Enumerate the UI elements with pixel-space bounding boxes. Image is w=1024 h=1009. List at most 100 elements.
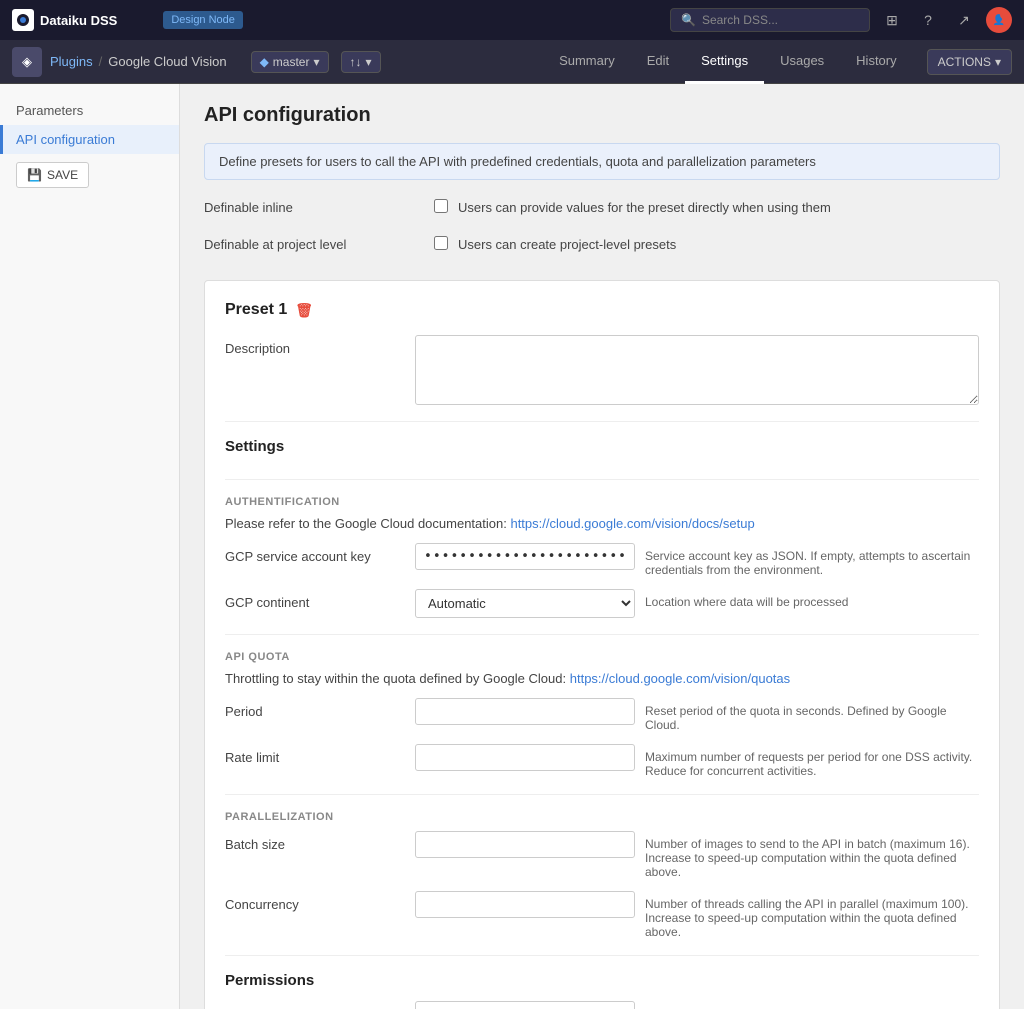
- sidebar-item-api-configuration[interactable]: API configuration: [0, 125, 179, 154]
- sidebar-item-api-label: API configuration: [16, 132, 115, 147]
- auth-link[interactable]: https://cloud.google.com/vision/docs/set…: [510, 516, 754, 531]
- rate-limit-label: Rate limit: [225, 744, 405, 765]
- save-icon: 💾: [27, 168, 42, 182]
- owner-select[interactable]: Nothing selected: [415, 1001, 635, 1009]
- branch-name: master: [273, 55, 310, 69]
- grid-icon-btn[interactable]: ⊞: [878, 6, 906, 34]
- rate-limit-row: Rate limit 1800 Maximum number of reques…: [225, 744, 979, 778]
- save-label: SAVE: [47, 168, 78, 182]
- definable-inline-checkbox-row: Users can provide values for the preset …: [434, 196, 1000, 215]
- search-icon: 🔍: [681, 13, 696, 27]
- settings-section-title: Settings: [225, 438, 979, 463]
- gcp-key-label: GCP service account key: [225, 543, 405, 564]
- delete-preset-icon[interactable]: 🗑: [295, 302, 313, 319]
- concurrency-hint: Number of threads calling the API in par…: [645, 891, 979, 939]
- sidebar: Parameters API configuration 💾 SAVE: [0, 84, 180, 1009]
- divider-5: [225, 955, 979, 956]
- description-row: Description: [225, 335, 979, 405]
- definable-project-checkbox-row: Users can create project-level presets: [434, 233, 1000, 252]
- batch-size-input[interactable]: 10: [415, 831, 635, 858]
- help-icon-btn[interactable]: ?: [914, 6, 942, 34]
- rate-limit-hint: Maximum number of requests per period fo…: [645, 744, 979, 778]
- sidebar-item-parameters[interactable]: Parameters: [0, 96, 179, 125]
- tab-settings[interactable]: Settings: [685, 40, 764, 84]
- version-arrow: ▾: [366, 55, 372, 69]
- divider-1: [225, 421, 979, 422]
- user-avatar[interactable]: 👤: [986, 7, 1012, 33]
- definable-inline-checkbox[interactable]: [434, 199, 448, 213]
- actions-arrow: ▾: [995, 55, 1001, 69]
- auth-section-header: AUTHENTIFICATION: [225, 496, 979, 508]
- preset-card: Preset 1 🗑 Description Settings AUTHENTI…: [204, 280, 1000, 1009]
- period-label: Period: [225, 698, 405, 719]
- gcp-key-hint: Service account key as JSON. If empty, a…: [645, 543, 979, 577]
- branch-selector[interactable]: ◆ master ▾: [251, 51, 329, 73]
- nav-bar: ◈ Plugins / Google Cloud Vision ◆ master…: [0, 40, 1024, 84]
- auth-text: Please refer to the Google Cloud documen…: [225, 516, 507, 531]
- tab-history[interactable]: History: [840, 40, 912, 84]
- definable-project-row: Definable at project level Users can cre…: [204, 233, 1000, 260]
- tab-summary[interactable]: Summary: [543, 40, 631, 84]
- batch-size-row: Batch size 10 Number of images to send t…: [225, 831, 979, 879]
- description-label: Description: [225, 335, 405, 356]
- main-content: API configuration Define presets for use…: [180, 84, 1024, 1009]
- definable-inline-label: Definable inline: [204, 196, 424, 215]
- gcp-continent-row: GCP continent Automatic Europe US Asia L…: [225, 589, 979, 618]
- concurrency-label: Concurrency: [225, 891, 405, 912]
- save-button[interactable]: 💾 SAVE: [16, 162, 89, 188]
- page-title: API configuration: [204, 104, 1000, 127]
- definable-inline-row: Definable inline Users can provide value…: [204, 196, 1000, 223]
- batch-size-label: Batch size: [225, 831, 405, 852]
- batch-size-hint: Number of images to send to the API in b…: [645, 831, 979, 879]
- description-input[interactable]: [415, 335, 979, 405]
- concurrency-input[interactable]: 4: [415, 891, 635, 918]
- breadcrumb-plugin-name: Google Cloud Vision: [108, 54, 226, 69]
- permissions-title: Permissions: [225, 972, 979, 989]
- quota-section-header: API QUOTA: [225, 651, 979, 663]
- gcp-continent-select[interactable]: Automatic Europe US Asia: [415, 589, 635, 618]
- version-selector[interactable]: ↑↓ ▾: [341, 51, 381, 73]
- period-input[interactable]: 60: [415, 698, 635, 725]
- gcp-key-input[interactable]: [415, 543, 635, 570]
- period-row: Period 60 Reset period of the quota in s…: [225, 698, 979, 732]
- branch-arrow: ▾: [313, 55, 319, 69]
- actions-button[interactable]: ACTIONS ▾: [927, 49, 1012, 75]
- gcp-continent-label: GCP continent: [225, 589, 405, 610]
- tab-edit[interactable]: Edit: [631, 40, 685, 84]
- info-banner: Define presets for users to call the API…: [204, 143, 1000, 180]
- owner-label: Owner: [225, 1001, 405, 1009]
- divider-3: [225, 634, 979, 635]
- search-bar[interactable]: 🔍 Search DSS...: [670, 8, 870, 32]
- app-logo: Dataiku DSS: [12, 9, 117, 31]
- preset-title: Preset 1: [225, 301, 287, 319]
- parallel-section-header: PARALLELIZATION: [225, 811, 979, 823]
- analytics-icon-btn[interactable]: ↗: [950, 6, 978, 34]
- tab-usages[interactable]: Usages: [764, 40, 840, 84]
- auth-text-row: Please refer to the Google Cloud documen…: [225, 516, 979, 531]
- rate-limit-input[interactable]: 1800: [415, 744, 635, 771]
- definable-inline-checkbox-label: Users can provide values for the preset …: [458, 196, 831, 215]
- owner-row: Owner Nothing selected: [225, 1001, 979, 1009]
- quota-link[interactable]: https://cloud.google.com/vision/quotas: [570, 671, 790, 686]
- version-icon: ↑↓: [350, 55, 362, 69]
- node-badge: Design Node: [163, 11, 243, 29]
- app-name: Dataiku DSS: [40, 13, 117, 28]
- permissions-section: Permissions Owner Nothing selected Group…: [225, 972, 979, 1009]
- gcp-key-row: GCP service account key Service account …: [225, 543, 979, 577]
- definable-project-checkbox[interactable]: [434, 236, 448, 250]
- divider-2: [225, 479, 979, 480]
- sidebar-item-parameters-label: Parameters: [16, 103, 83, 118]
- avatar-badge: [1000, 11, 1008, 19]
- breadcrumb: Plugins / Google Cloud Vision: [50, 54, 227, 69]
- app-layout: Parameters API configuration 💾 SAVE API …: [0, 84, 1024, 1009]
- branch-icon: ◆: [260, 55, 269, 69]
- quota-text-row: Throttling to stay within the quota defi…: [225, 671, 979, 686]
- definable-project-label: Definable at project level: [204, 233, 424, 252]
- breadcrumb-sep: /: [99, 54, 103, 69]
- logo-icon: [12, 9, 34, 31]
- divider-4: [225, 794, 979, 795]
- quota-text: Throttling to stay within the quota defi…: [225, 671, 566, 686]
- search-placeholder: Search DSS...: [702, 13, 778, 27]
- breadcrumb-plugins[interactable]: Plugins: [50, 54, 93, 69]
- preset-header: Preset 1 🗑: [225, 301, 979, 319]
